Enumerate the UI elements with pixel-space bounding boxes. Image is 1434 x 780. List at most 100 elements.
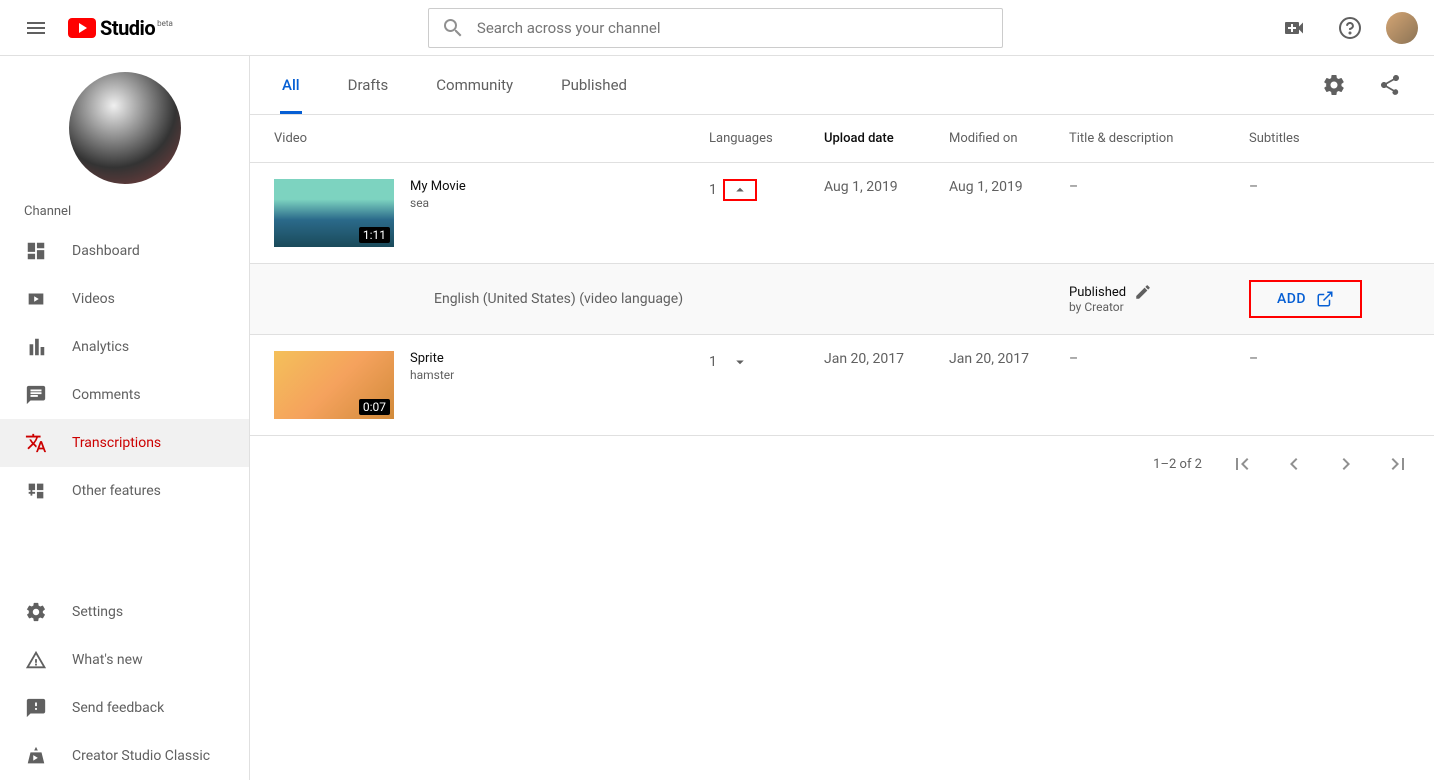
pencil-icon[interactable] — [1134, 283, 1152, 301]
transcriptions-icon — [24, 431, 48, 455]
share-icon — [1378, 73, 1402, 97]
tab-all[interactable]: All — [274, 56, 308, 114]
sidebar-item-label: Dashboard — [72, 243, 140, 259]
sidebar-item-whats-new[interactable]: What's new — [0, 636, 249, 684]
logo-beta-badge: beta — [157, 19, 173, 28]
video-cell: 0:07 Sprite hamster — [274, 351, 709, 419]
logo[interactable]: Studio beta — [68, 16, 173, 40]
search-box — [428, 8, 1003, 48]
hamburger-icon — [24, 16, 48, 40]
sidebar: Channel Dashboard Videos Analytics Comme… — [0, 56, 250, 780]
status-text: Published — [1069, 285, 1126, 300]
sidebar-item-videos[interactable]: Videos — [0, 275, 249, 323]
tab-drafts[interactable]: Drafts — [340, 56, 397, 114]
tab-published[interactable]: Published — [553, 56, 635, 114]
menu-button[interactable] — [16, 8, 56, 48]
upload-date: Jan 20, 2017 — [824, 351, 949, 367]
col-modified[interactable]: Modified on — [949, 131, 1069, 146]
sidebar-item-label: Creator Studio Classic — [72, 748, 210, 764]
next-page-button[interactable] — [1334, 452, 1358, 476]
video-title[interactable]: My Movie — [410, 179, 466, 194]
channel-avatar[interactable] — [69, 72, 181, 184]
subtitles-cell: – — [1249, 179, 1410, 195]
analytics-icon — [24, 335, 48, 359]
video-thumbnail[interactable]: 0:07 — [274, 351, 394, 419]
languages-cell: 1 — [709, 351, 824, 373]
other-features-icon — [24, 479, 48, 503]
user-avatar[interactable] — [1386, 12, 1418, 44]
expand-toggle[interactable] — [723, 351, 757, 373]
dashboard-icon — [24, 239, 48, 263]
subtitles-cell: – — [1249, 351, 1410, 367]
body-wrapper: Channel Dashboard Videos Analytics Comme… — [0, 56, 1434, 780]
help-button[interactable] — [1330, 8, 1370, 48]
sidebar-item-label: Settings — [72, 604, 123, 620]
first-page-button[interactable] — [1230, 452, 1254, 476]
help-icon — [1338, 16, 1362, 40]
search-inner — [428, 8, 1003, 48]
last-page-icon — [1386, 452, 1410, 476]
video-info: Sprite hamster — [410, 351, 454, 419]
language-count: 1 — [709, 182, 717, 198]
modified-date: Jan 20, 2017 — [949, 351, 1069, 367]
sidebar-item-label: Analytics — [72, 339, 129, 355]
title-description-cell: – — [1069, 351, 1249, 367]
expanded-status-cell: Published by Creator — [1069, 285, 1249, 314]
upload-date: Aug 1, 2019 — [824, 179, 949, 195]
languages-cell: 1 — [709, 179, 824, 201]
creator-classic-icon — [24, 744, 48, 768]
add-label: ADD — [1277, 291, 1306, 307]
sidebar-item-dashboard[interactable]: Dashboard — [0, 227, 249, 275]
sidebar-item-analytics[interactable]: Analytics — [0, 323, 249, 371]
sidebar-item-label: Comments — [72, 387, 141, 403]
language-count: 1 — [709, 354, 717, 370]
sidebar-item-settings[interactable]: Settings — [0, 588, 249, 636]
col-title-description[interactable]: Title & description — [1069, 131, 1249, 146]
add-subtitles-button[interactable]: ADD — [1249, 280, 1362, 318]
chevron-up-icon — [731, 181, 749, 199]
modified-date: Aug 1, 2019 — [949, 179, 1069, 195]
col-video[interactable]: Video — [274, 131, 709, 146]
video-plus-icon — [1282, 16, 1306, 40]
col-upload[interactable]: Upload date — [824, 131, 949, 146]
video-thumbnail[interactable]: 1:11 — [274, 179, 394, 247]
video-duration: 1:11 — [359, 227, 390, 243]
sidebar-item-label: What's new — [72, 652, 143, 668]
col-languages[interactable]: Languages — [709, 131, 824, 146]
prev-page-button[interactable] — [1282, 452, 1306, 476]
video-title[interactable]: Sprite — [410, 351, 454, 366]
header: Studio beta — [0, 0, 1434, 56]
chevron-left-icon — [1282, 452, 1306, 476]
sidebar-item-label: Send feedback — [72, 700, 164, 716]
share-button[interactable] — [1370, 65, 1410, 105]
channel-label: Channel — [0, 204, 249, 227]
chevron-down-icon — [731, 353, 749, 371]
open-in-new-icon — [1316, 290, 1334, 308]
tab-community[interactable]: Community — [428, 56, 521, 114]
video-subtitle: hamster — [410, 368, 454, 382]
sidebar-item-creator-classic[interactable]: Creator Studio Classic — [0, 732, 249, 780]
col-subtitles[interactable]: Subtitles — [1249, 131, 1410, 146]
collapse-toggle[interactable] — [723, 179, 757, 201]
youtube-icon — [68, 18, 96, 38]
create-video-button[interactable] — [1274, 8, 1314, 48]
logo-text: Studio — [100, 16, 155, 40]
settings-button[interactable] — [1314, 65, 1354, 105]
sidebar-item-other-features[interactable]: Other features — [0, 467, 249, 515]
video-cell: 1:11 My Movie sea — [274, 179, 709, 247]
sidebar-item-label: Transcriptions — [72, 435, 161, 451]
sidebar-item-transcriptions[interactable]: Transcriptions — [0, 419, 249, 467]
last-page-button[interactable] — [1386, 452, 1410, 476]
comments-icon — [24, 383, 48, 407]
first-page-icon — [1230, 452, 1254, 476]
expanded-language-row: English (United States) (video language)… — [250, 264, 1434, 335]
sidebar-item-send-feedback[interactable]: Send feedback — [0, 684, 249, 732]
video-info: My Movie sea — [410, 179, 466, 247]
table-header: Video Languages Upload date Modified on … — [250, 115, 1434, 163]
tabs: All Drafts Community Published — [274, 56, 635, 114]
search-input[interactable] — [477, 19, 990, 37]
sidebar-item-label: Videos — [72, 291, 115, 307]
sidebar-item-label: Other features — [72, 483, 161, 499]
sidebar-item-comments[interactable]: Comments — [0, 371, 249, 419]
header-right — [1274, 8, 1418, 48]
